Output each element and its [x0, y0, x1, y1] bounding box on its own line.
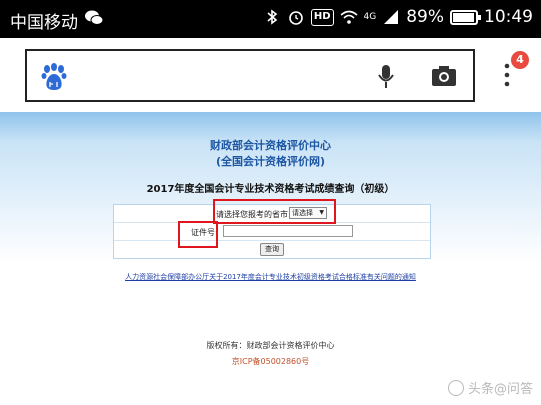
camera-icon[interactable]	[431, 65, 457, 87]
form-row-submit: 查询	[114, 241, 430, 259]
browser-toolbar: 4	[0, 38, 541, 112]
query-button[interactable]: 查询	[260, 243, 284, 256]
bluetooth-icon	[267, 9, 278, 25]
notification-badge[interactable]: 4	[511, 51, 529, 69]
form-row-id: 证件号:	[114, 223, 430, 241]
page-title: 2017年度全国会计专业技术资格考试成绩查询（初级）	[146, 184, 395, 195]
watermark: 头条@问答	[447, 378, 533, 397]
carrier-name: 中国移动	[10, 13, 78, 33]
microphone-icon[interactable]	[377, 64, 395, 90]
more-menu-icon[interactable]	[500, 63, 514, 89]
search-input[interactable]	[25, 49, 475, 102]
wifi-icon	[339, 10, 358, 24]
watermark-logo-icon	[447, 379, 464, 396]
id-highlight-box	[178, 221, 218, 248]
copyright-text: 版权所有：财政部会计资格评价中心	[206, 341, 335, 350]
battery-icon	[450, 9, 481, 25]
status-bar: 中国移动 HD 4G 89% 10:49	[0, 0, 541, 38]
status-icons: HD 4G 89% 10:49	[263, 7, 533, 27]
org-title: 财政部会计资格评价中心	[210, 139, 331, 152]
signal-icon	[384, 10, 399, 24]
province-highlight-box	[213, 199, 336, 224]
network-type: 4G	[363, 12, 377, 22]
watermark-text: 头条@问答	[467, 382, 533, 397]
icp-link[interactable]: 京ICP备05002860号	[0, 356, 541, 367]
web-page: 财政部会计资格评价中心 (全国会计资格评价网) 2017年度全国会计专业技术资格…	[0, 112, 541, 405]
wechat-icon	[85, 10, 104, 25]
alarm-icon	[289, 11, 303, 25]
hd-icon: HD	[310, 8, 334, 26]
org-subtitle: (全国会计资格评价网)	[215, 155, 326, 168]
baidu-paw-icon[interactable]	[41, 63, 67, 91]
clock: 10:49	[484, 7, 533, 27]
battery-percent: 89%	[406, 7, 444, 27]
notice-link[interactable]: 人力资源社会保障部办公厅关于2017年度会计专业技术初级资格考试合格标准有关问题…	[0, 272, 541, 282]
id-number-field[interactable]	[223, 225, 353, 237]
